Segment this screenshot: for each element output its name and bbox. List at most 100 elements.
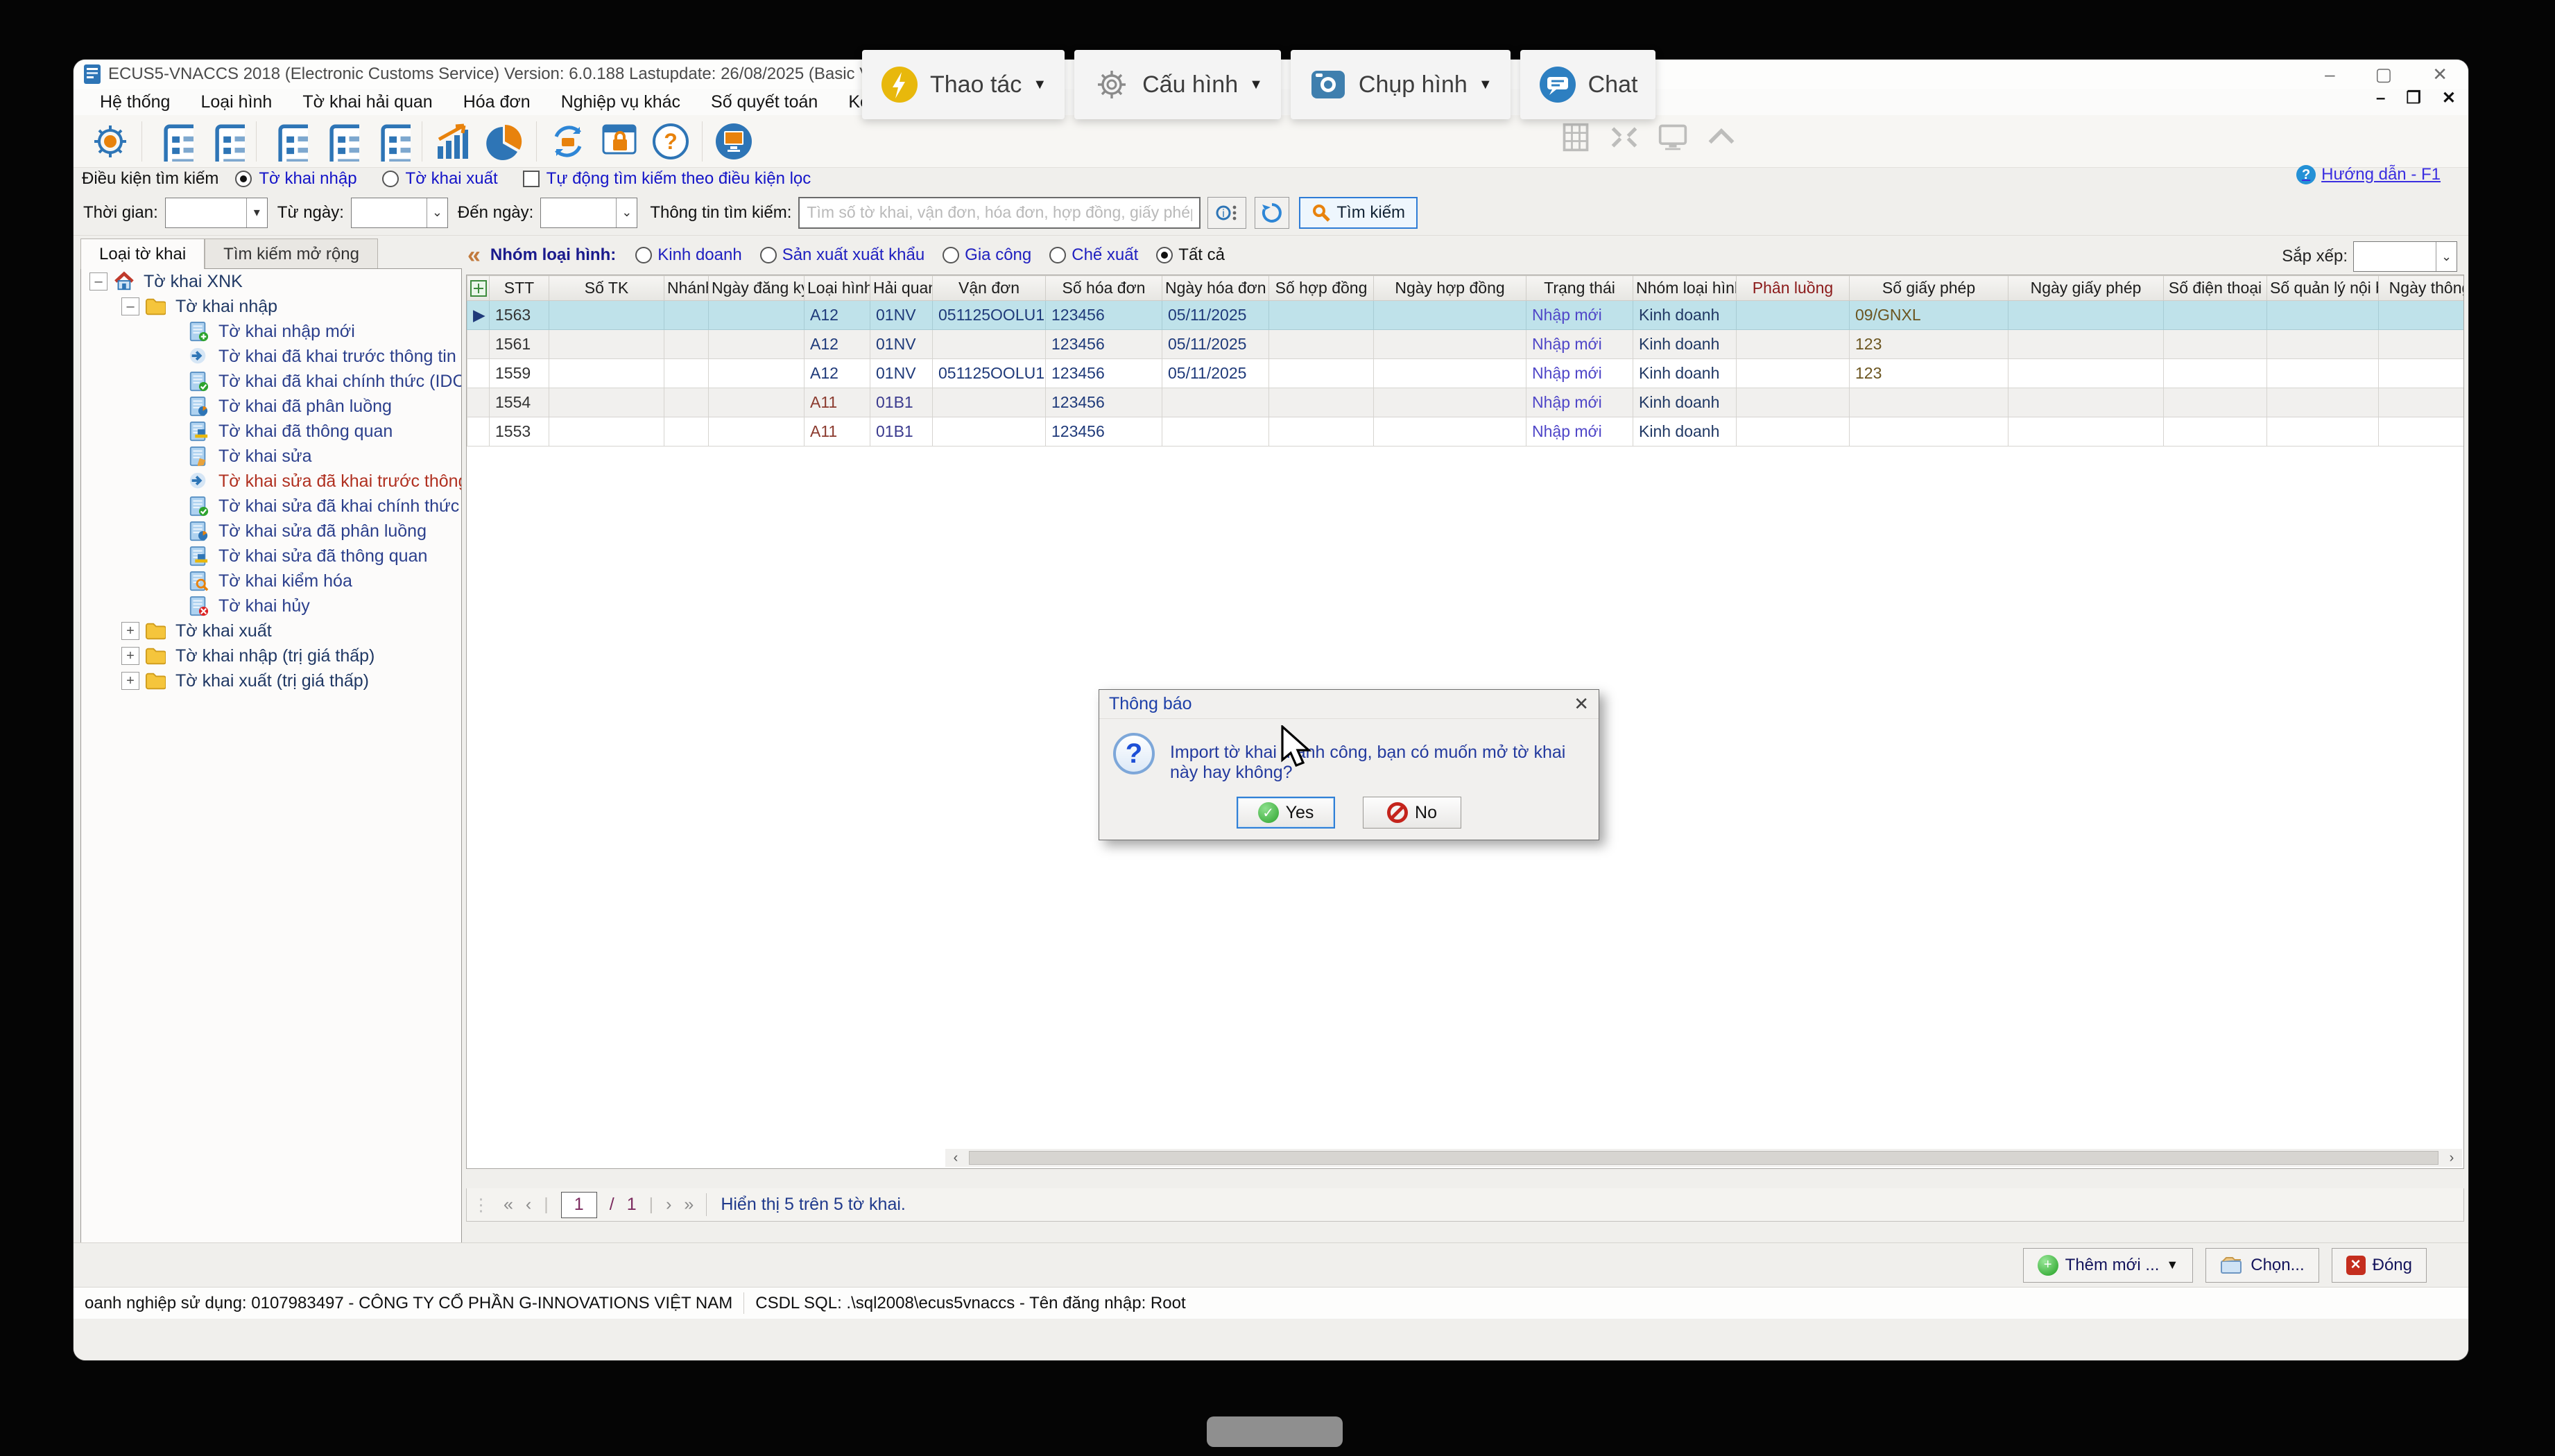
column-header-7[interactable]: Vận đơn	[933, 276, 1046, 301]
cell[interactable]	[1374, 359, 1526, 388]
tree-item-label[interactable]: Tờ khai đã khai chính thức (IDC)	[218, 372, 462, 392]
overlay-label[interactable]: Chụp hình	[1359, 71, 1468, 98]
monitor-small-overlay-button[interactable]	[1658, 122, 1688, 156]
cell[interactable]: 1554	[490, 388, 549, 417]
doc-eda-toolbar-button[interactable]: EDA	[313, 119, 365, 164]
cell[interactable]	[2379, 359, 2465, 388]
menu-item-5[interactable]: Nghiệp vụ khác	[546, 92, 696, 112]
auto-search-checkbox[interactable]	[523, 171, 540, 187]
tree-expander-icon[interactable]: +	[121, 672, 139, 690]
cell[interactable]	[1737, 417, 1850, 447]
radio-to-khai-xuat[interactable]	[382, 171, 399, 187]
cell[interactable]	[1737, 359, 1850, 388]
tree-item[interactable]: Tờ khai đã phân luồng	[81, 394, 461, 419]
cell[interactable]	[1269, 359, 1374, 388]
cell[interactable]	[549, 359, 664, 388]
tree-item[interactable]: +Tờ khai xuất	[81, 618, 461, 643]
menu-item-4[interactable]: Hóa đơn	[448, 92, 546, 112]
radio-to-khai-nhap-label[interactable]: Tờ khai nhập	[259, 169, 356, 189]
scrollbar-thumb[interactable]	[969, 1151, 2438, 1165]
bar-chart-toolbar-button[interactable]	[428, 119, 479, 164]
tree-item-label[interactable]: Tờ khai sửa đã khai trước thông tin (IDA…	[218, 471, 462, 492]
doc-find-toolbar-button[interactable]	[365, 119, 416, 164]
cell[interactable]	[2164, 301, 2267, 330]
cell[interactable]	[709, 330, 805, 359]
cell[interactable]: Nhập mới	[1526, 417, 1633, 447]
tree-item-label[interactable]: Tờ khai hủy	[218, 596, 310, 616]
column-header-2[interactable]: Số TK	[549, 276, 664, 301]
cell[interactable]	[1737, 388, 1850, 417]
column-header-6[interactable]: Hải quan	[870, 276, 933, 301]
tree-item-label[interactable]: Tờ khai XNK	[144, 272, 243, 292]
chevron-down-icon[interactable]: ▼	[1249, 77, 1263, 93]
cell[interactable]	[933, 388, 1046, 417]
chevron-down-icon[interactable]: ▼	[1033, 77, 1047, 93]
cell[interactable]	[549, 388, 664, 417]
radio-to-khai-xuat-label[interactable]: Tờ khai xuất	[406, 169, 498, 189]
column-header-9[interactable]: Ngày hóa đơn	[1162, 276, 1269, 301]
close-label[interactable]: Đóng	[2373, 1256, 2412, 1275]
group-radio-chế-xuất[interactable]: Chế xuất	[1037, 245, 1138, 265]
group-radio-sản-xuất-xuất-khẩu[interactable]: Sản xuất xuất khẩu	[748, 245, 924, 265]
doc-download-toolbar-button[interactable]	[199, 119, 250, 164]
cell[interactable]	[1737, 330, 1850, 359]
tree-expander-icon[interactable]: +	[121, 647, 139, 665]
cell[interactable]: 123	[1850, 359, 2008, 388]
cell[interactable]	[549, 330, 664, 359]
cell[interactable]: 1553	[490, 417, 549, 447]
cell[interactable]	[709, 301, 805, 330]
radio-icon[interactable]	[760, 247, 777, 263]
cell[interactable]	[2379, 301, 2465, 330]
tree-item-label[interactable]: Tờ khai đã thông quan	[218, 422, 393, 442]
cell[interactable]	[709, 417, 805, 447]
cell[interactable]: Kinh doanh	[1633, 388, 1737, 417]
cell[interactable]	[1850, 388, 2008, 417]
group-radio-kinh-doanh[interactable]: Kinh doanh	[623, 245, 741, 265]
tree-item[interactable]: Tờ khai sửa	[81, 444, 461, 469]
mdi-restore-button[interactable]: ❐	[2406, 90, 2421, 107]
column-header-17[interactable]: Số điện thoại	[2164, 276, 2267, 301]
gear-toolbar-button[interactable]	[85, 119, 136, 164]
radio-icon[interactable]	[1049, 247, 1066, 263]
tree-item[interactable]: –Tờ khai XNK	[81, 269, 461, 294]
menu-item-1[interactable]: Hệ thống	[85, 92, 185, 112]
add-new-caret-icon[interactable]: ▼	[2166, 1258, 2178, 1272]
cell[interactable]	[1374, 301, 1526, 330]
overlay-chat-button[interactable]: Chat	[1520, 50, 1656, 119]
cell[interactable]	[2008, 359, 2164, 388]
column-header-1[interactable]: STT	[490, 276, 549, 301]
cell[interactable]: 1559	[490, 359, 549, 388]
radio-icon[interactable]	[943, 247, 959, 263]
auto-search-label[interactable]: Tự động tìm kiếm theo điều kiện lọc	[547, 169, 811, 189]
table-row-1561[interactable]: 1561A1201NV12345605/11/2025Nhập mớiKinh …	[467, 330, 2465, 359]
cell[interactable]	[1737, 301, 1850, 330]
choose-button[interactable]: Chọn...	[2205, 1248, 2319, 1283]
column-header-3[interactable]: Nhánh	[664, 276, 709, 301]
cell[interactable]: 1561	[490, 330, 549, 359]
radio-to-khai-nhap[interactable]	[235, 171, 252, 187]
cell[interactable]: 123456	[1046, 388, 1162, 417]
table-row-1553[interactable]: 1553A1101B1123456Nhập mớiKinh doanh	[467, 417, 2465, 447]
cell[interactable]	[1850, 417, 2008, 447]
tree-item-label[interactable]: Tờ khai xuất (trị giá thấp)	[175, 671, 369, 691]
cell[interactable]	[1269, 301, 1374, 330]
tree-item[interactable]: + Tờ khai xuất (trị giá thấp)	[81, 668, 461, 693]
cell[interactable]	[549, 417, 664, 447]
tree-item-label[interactable]: Tờ khai sửa đã thông quan	[218, 546, 427, 566]
minimize-button[interactable]: –	[2325, 65, 2334, 83]
cell[interactable]: A12	[805, 330, 870, 359]
tree-item-label[interactable]: Tờ khai nhập (trị giá thấp)	[175, 646, 375, 666]
tree-item-label[interactable]: Tờ khai sửa	[218, 447, 312, 467]
cell[interactable]	[2008, 301, 2164, 330]
cell[interactable]	[664, 417, 709, 447]
mdi-close-button[interactable]: ✕	[2442, 90, 2456, 107]
cell[interactable]	[664, 301, 709, 330]
cell[interactable]	[933, 330, 1046, 359]
tree-item[interactable]: + Tờ khai nhập (trị giá thấp)	[81, 643, 461, 668]
cell[interactable]: 123	[1850, 330, 2008, 359]
tree-item-label[interactable]: Tờ khai sửa đã khai chính thức (IDE)	[218, 496, 462, 517]
no-button[interactable]: No	[1363, 797, 1461, 829]
cell[interactable]: 01B1	[870, 417, 933, 447]
last-page-button[interactable]: »	[684, 1195, 694, 1215]
radio-icon[interactable]	[635, 247, 652, 263]
